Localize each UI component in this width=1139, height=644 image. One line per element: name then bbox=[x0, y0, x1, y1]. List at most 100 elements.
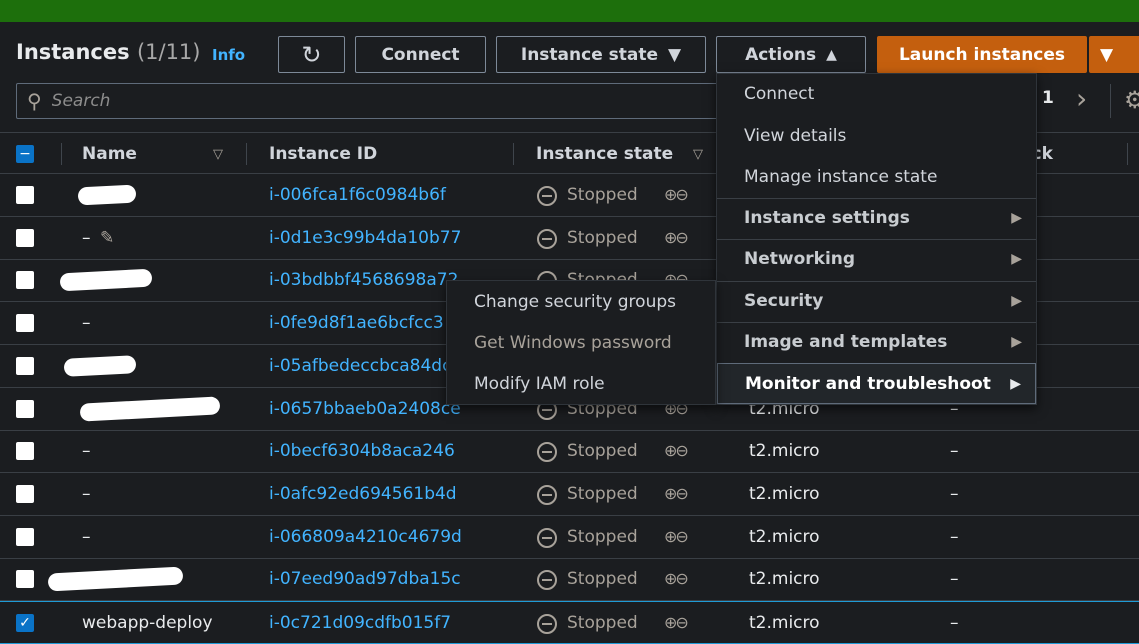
page-number[interactable]: 1 bbox=[1042, 88, 1054, 108]
edit-icon[interactable]: ✎ bbox=[100, 228, 114, 248]
actions-dropdown[interactable]: Actions ▲ bbox=[716, 36, 866, 73]
launch-options-button[interactable]: ▼ bbox=[1089, 36, 1139, 73]
stopped-icon bbox=[537, 228, 557, 249]
instance-id-link[interactable]: i-05afbedeccbca84dc bbox=[269, 356, 451, 376]
submenu-item-get-windows-password[interactable]: Get Windows password bbox=[474, 333, 672, 353]
top-banner bbox=[0, 0, 1139, 22]
sort-icon[interactable]: ▽ bbox=[213, 147, 223, 162]
instance-state: Stopped bbox=[567, 613, 638, 633]
zoom-in-out-icons[interactable]: ⊕⊖ bbox=[664, 228, 689, 247]
row-checkbox[interactable] bbox=[16, 570, 34, 589]
menu-item-image-and-templates[interactable]: Image and templates ▶ bbox=[717, 322, 1036, 363]
table-row[interactable]: i-07eed90ad97dba15c Stopped ⊕⊖ t2.micro – bbox=[0, 558, 1139, 602]
menu-item-security[interactable]: Security ▶ bbox=[717, 281, 1036, 322]
redacted-name bbox=[59, 268, 153, 292]
menu-item-connect[interactable]: Connect bbox=[717, 74, 1036, 115]
security-submenu: Change security groups Get Windows passw… bbox=[446, 280, 716, 405]
redacted-name bbox=[77, 184, 137, 206]
caret-up-icon: ▲ bbox=[826, 46, 837, 63]
table-row[interactable]: – i-0afc92ed694561b4d Stopped ⊕⊖ t2.micro – bbox=[0, 473, 1139, 516]
connect-button[interactable]: Connect bbox=[355, 36, 486, 73]
status-check: – bbox=[950, 441, 959, 462]
divider bbox=[1110, 84, 1111, 118]
instance-state: Stopped bbox=[567, 441, 638, 462]
instance-id-link[interactable]: i-0fe9d8f1ae6bcfcc3 bbox=[269, 313, 444, 333]
instance-state: Stopped bbox=[567, 526, 638, 547]
instance-name: – bbox=[82, 441, 91, 462]
instance-name: – bbox=[82, 313, 91, 334]
refresh-icon: ↻ bbox=[301, 40, 322, 69]
caret-down-icon: ▼ bbox=[668, 44, 682, 65]
stopped-icon bbox=[537, 484, 557, 505]
row-checkbox[interactable] bbox=[16, 186, 34, 204]
row-checkbox[interactable] bbox=[16, 314, 34, 333]
menu-item-view-details[interactable]: View details bbox=[717, 116, 1036, 157]
select-all-checkbox[interactable]: − bbox=[16, 145, 34, 163]
row-checkbox[interactable] bbox=[16, 356, 34, 375]
instance-type: t2.micro bbox=[749, 569, 820, 590]
zoom-in-out-icons[interactable]: ⊕⊖ bbox=[664, 484, 689, 503]
submenu-arrow-icon: ▶ bbox=[1011, 251, 1022, 267]
stopped-icon bbox=[537, 527, 557, 548]
caret-down-icon: ▼ bbox=[1100, 44, 1114, 65]
instance-type: t2.micro bbox=[749, 441, 820, 462]
instance-id-link[interactable]: i-07eed90ad97dba15c bbox=[269, 569, 461, 589]
redacted-name bbox=[79, 395, 221, 422]
row-checkbox[interactable] bbox=[16, 442, 34, 461]
row-checkbox[interactable] bbox=[16, 399, 34, 418]
stopped-icon bbox=[537, 186, 557, 206]
zoom-in-out-icons[interactable]: ⊕⊖ bbox=[664, 613, 689, 632]
table-row[interactable]: – i-0becf6304b8aca246 Stopped ⊕⊖ t2.micro – bbox=[0, 430, 1139, 474]
refresh-button[interactable]: ↻ bbox=[278, 36, 345, 73]
instance-id-link[interactable]: i-006fca1f6c0984b6f bbox=[269, 185, 446, 205]
instance-id-link[interactable]: i-0d1e3c99b4da10b77 bbox=[269, 228, 461, 248]
submenu-item-change-security-groups[interactable]: Change security groups bbox=[474, 292, 676, 312]
table-row[interactable]: – i-066809a4210c4679d Stopped ⊕⊖ t2.micro – bbox=[0, 516, 1139, 559]
instance-id-link[interactable]: i-0becf6304b8aca246 bbox=[269, 441, 455, 461]
menu-item-monitor-and-troubleshoot[interactable]: Monitor and troubleshoot ▶ bbox=[717, 363, 1036, 404]
menu-item-networking[interactable]: Networking ▶ bbox=[717, 239, 1036, 280]
column-instance-state[interactable]: Instance state bbox=[536, 144, 673, 164]
instance-state: Stopped bbox=[567, 483, 638, 504]
row-checkbox[interactable] bbox=[16, 228, 34, 247]
instance-type: t2.micro bbox=[749, 483, 820, 504]
instance-id-link[interactable]: i-0afc92ed694561b4d bbox=[269, 484, 457, 504]
row-checkbox[interactable] bbox=[16, 484, 34, 503]
status-check: – bbox=[950, 569, 959, 590]
menu-item-instance-settings[interactable]: Instance settings ▶ bbox=[717, 198, 1036, 239]
search-field[interactable]: ⚲ bbox=[16, 83, 746, 119]
row-checkbox[interactable] bbox=[16, 527, 34, 546]
page-title: Instances (1/11) bbox=[16, 40, 201, 64]
instance-id-link[interactable]: i-0c721d09cdfb015f7 bbox=[269, 613, 451, 633]
instance-name: – bbox=[82, 526, 91, 547]
table-row[interactable]: ✓ webapp-deploy i-0c721d09cdfb015f7 Stopped… bbox=[0, 601, 1139, 644]
instance-id-link[interactable]: i-03bdbbf4568698a72 bbox=[269, 270, 458, 290]
info-link[interactable]: Info bbox=[212, 46, 245, 64]
zoom-in-out-icons[interactable]: ⊕⊖ bbox=[664, 527, 689, 546]
zoom-in-out-icons[interactable]: ⊕⊖ bbox=[664, 441, 689, 460]
zoom-in-out-icons[interactable]: ⊕⊖ bbox=[664, 569, 689, 588]
zoom-in-out-icons[interactable]: ⊕⊖ bbox=[664, 185, 689, 204]
next-page-button[interactable]: › bbox=[1076, 82, 1087, 115]
submenu-arrow-icon: ▶ bbox=[1011, 334, 1022, 350]
instance-id-link[interactable]: i-0657bbaeb0a2408ce bbox=[269, 399, 461, 419]
sort-icon[interactable]: ▽ bbox=[693, 147, 703, 162]
instance-id-link[interactable]: i-066809a4210c4679d bbox=[269, 527, 462, 547]
row-checkbox[interactable]: ✓ bbox=[16, 614, 34, 632]
instance-state-dropdown[interactable]: Instance state ▼ bbox=[496, 36, 706, 73]
submenu-arrow-icon: ▶ bbox=[1011, 293, 1022, 309]
menu-item-manage-instance-state[interactable]: Manage instance state bbox=[717, 157, 1036, 198]
submenu-item-modify-iam-role[interactable]: Modify IAM role bbox=[474, 374, 605, 394]
column-name[interactable]: Name bbox=[82, 144, 137, 164]
instance-count: (1/11) bbox=[136, 40, 201, 64]
instance-name: – bbox=[82, 227, 91, 248]
search-input[interactable] bbox=[51, 91, 652, 111]
redacted-name bbox=[63, 354, 137, 377]
status-check: – bbox=[950, 483, 959, 504]
row-checkbox[interactable] bbox=[16, 271, 34, 290]
launch-instances-button[interactable]: Launch instances bbox=[877, 36, 1087, 73]
stopped-icon bbox=[537, 442, 557, 463]
gear-icon[interactable]: ⚙ bbox=[1124, 86, 1139, 114]
column-instance-id[interactable]: Instance ID bbox=[269, 144, 377, 164]
column-divider bbox=[246, 143, 247, 165]
